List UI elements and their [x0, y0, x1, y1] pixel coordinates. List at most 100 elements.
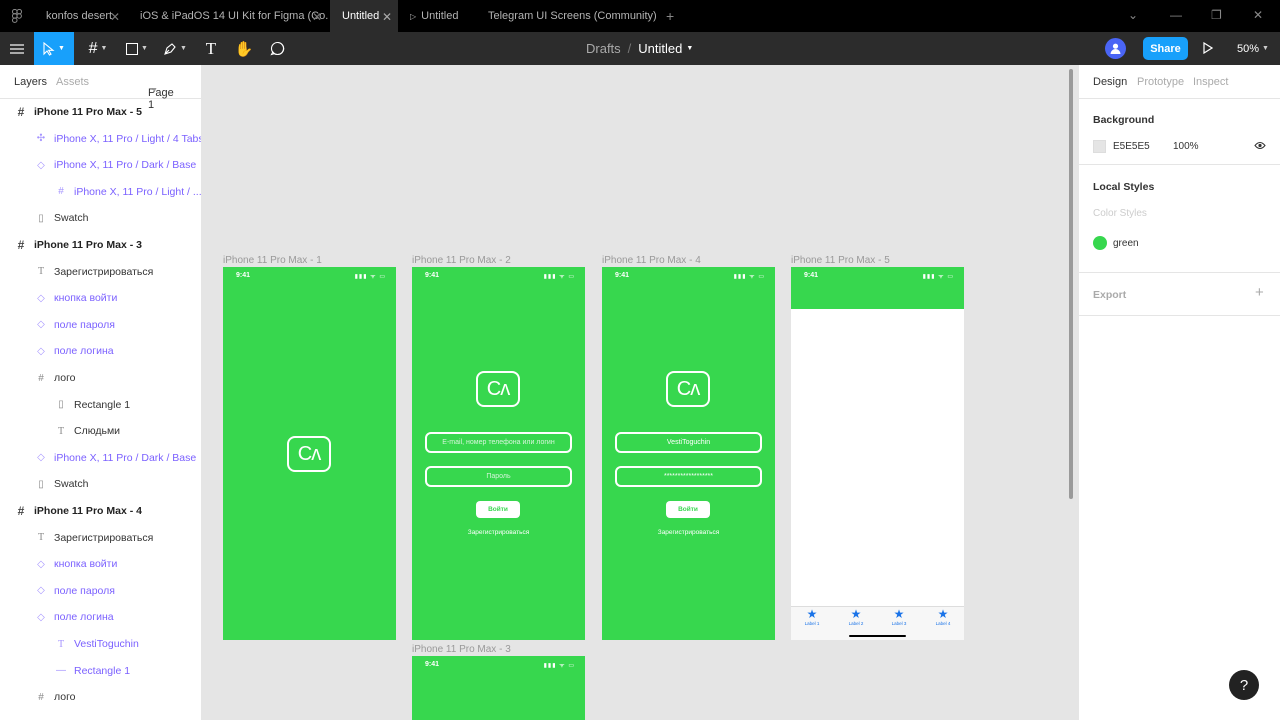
phone-frame-5[interactable]: 9:41 ▮▮▮ ᯤ ▭ ★ Label 1 ★ Label 2 ★ Label 3 … [791, 267, 964, 640]
password-field[interactable]: ****************** [615, 466, 762, 487]
color-styles-label: Color Styles [1093, 208, 1147, 219]
color-style-swatch[interactable] [1093, 236, 1107, 250]
phone-frame-2[interactable]: 9:41 ▮▮▮ ᯤ ▭ Cʌ E-mail, номер телефона и… [412, 267, 585, 640]
close-icon[interactable]: ✕ [110, 10, 120, 24]
layer-item[interactable]: # iPhone 11 Pro Max - 4 [0, 498, 201, 524]
text-tool[interactable]: T [198, 32, 224, 65]
frame-icon: # [17, 238, 25, 252]
layer-item[interactable]: T Зарегистрироваться [0, 525, 201, 551]
layer-item[interactable]: ◇ кнопка войти [0, 551, 201, 577]
layer-item[interactable]: ◇ iPhone X, 11 Pro / Dark / Base [0, 445, 201, 471]
close-icon[interactable]: ✕ [312, 10, 322, 24]
login-button[interactable]: Войти [476, 501, 520, 518]
canvas[interactable]: iPhone 11 Pro Max - 1 9:41 ▮▮▮ ᯤ ▭ Cʌ iP… [202, 65, 1078, 720]
ios-tab-label: Label 2 [848, 621, 864, 626]
phone-frame-1[interactable]: 9:41 ▮▮▮ ᯤ ▭ Cʌ [223, 267, 396, 640]
layer-item[interactable]: ◇ поле логина [0, 338, 201, 364]
ios-tab-2[interactable]: ★ Label 2 [841, 608, 871, 627]
file-name[interactable]: Untitled [638, 41, 682, 56]
comment-tool[interactable] [264, 32, 290, 65]
layer-item[interactable]: ◇ поле пароля [0, 578, 201, 604]
frame-label[interactable]: iPhone 11 Pro Max - 4 [602, 255, 701, 266]
frame-icon: # [58, 186, 64, 198]
move-tool[interactable]: ▼ [34, 32, 74, 65]
restore-icon[interactable]: ❐ [1211, 8, 1222, 22]
register-link[interactable]: Зарегистрироваться [602, 529, 775, 536]
tab-untitled-active[interactable]: Untitled ✕ [330, 0, 398, 32]
close-icon[interactable]: ✕ [382, 10, 392, 24]
layer-item[interactable]: — Rectangle 1 [0, 658, 201, 684]
figma-menu-icon[interactable] [0, 0, 34, 32]
new-tab-icon[interactable]: + [666, 8, 674, 24]
avatar[interactable] [1105, 38, 1126, 59]
chevron-down-icon[interactable]: ⌄ [1128, 8, 1138, 22]
background-opacity[interactable]: 100% [1173, 141, 1199, 152]
frame-label[interactable]: iPhone 11 Pro Max - 3 [412, 644, 511, 655]
present-play-icon[interactable] [1203, 41, 1214, 57]
layer-item[interactable]: # iPhone 11 Pro Max - 5 [0, 99, 201, 125]
chevron-down-icon[interactable]: ▼ [686, 45, 693, 52]
phone-frame-4[interactable]: 9:41 ▮▮▮ ᯤ ▭ Cʌ VestiToguchin **********… [602, 267, 775, 640]
layer-item[interactable]: ▯ Rectangle 1 [0, 392, 201, 418]
frame-label[interactable]: iPhone 11 Pro Max - 5 [791, 255, 890, 266]
phone-frame-3[interactable]: 9:41 ▮▮▮ ᯤ ▭ [412, 656, 585, 720]
ios-tab-1[interactable]: ★ Label 1 [797, 608, 827, 627]
shape-tool[interactable]: ▼ [120, 32, 154, 65]
tab-ios-kit[interactable]: iOS & iPadOS 14 UI Kit for Figma (Co... … [128, 0, 328, 32]
frame-label[interactable]: iPhone 11 Pro Max - 2 [412, 255, 511, 266]
instance-icon: ◇ [37, 159, 45, 171]
canvas-scrollbar[interactable] [1069, 69, 1073, 499]
password-field[interactable]: Пароль [425, 466, 572, 487]
layer-item[interactable]: T Слюдьми [0, 418, 201, 444]
ios-tab-3[interactable]: ★ Label 3 [884, 608, 914, 627]
tab-konfos-desert[interactable]: konfos desert ✕ [34, 0, 126, 32]
layer-item[interactable]: ◇ iPhone X, 11 Pro / Dark / Base [0, 152, 201, 178]
status-time: 9:41 [236, 272, 251, 279]
layer-name: лого [54, 691, 76, 704]
login-button[interactable]: Войти [666, 501, 710, 518]
register-link[interactable]: Зарегистрироваться [412, 529, 585, 536]
tab-untitled-prototype[interactable]: ▷ Untitled [398, 0, 476, 32]
layer-item[interactable]: ▯ Swatch [0, 205, 201, 231]
local-styles-section: Local Styles Color Styles green [1079, 165, 1280, 273]
hand-tool[interactable]: ✋ [230, 32, 258, 65]
minimize-icon[interactable]: — [1170, 8, 1182, 22]
tab-layers[interactable]: Layers [14, 76, 47, 88]
add-export-icon[interactable]: + [1255, 284, 1264, 301]
background-swatch[interactable] [1093, 140, 1106, 153]
color-style-name[interactable]: green [1113, 238, 1139, 249]
tab-assets[interactable]: Assets [56, 76, 89, 88]
tab-inspect[interactable]: Inspect [1193, 76, 1228, 88]
layer-item[interactable]: # iPhone X, 11 Pro / Light / ... [0, 179, 201, 205]
tab-prototype[interactable]: Prototype [1137, 76, 1184, 88]
layer-name: Зарегистрироваться [54, 531, 154, 544]
tab-telegram[interactable]: Telegram UI Screens (Community) [476, 0, 660, 32]
layer-item[interactable]: ◇ поле пароля [0, 312, 201, 338]
layer-item[interactable]: ◇ кнопка войти [0, 285, 201, 311]
layer-item[interactable]: ▯ Swatch [0, 471, 201, 497]
frame-tool[interactable]: # ▼ [80, 32, 116, 65]
layer-item[interactable]: ✣ iPhone X, 11 Pro / Light / 4 Tabs [0, 126, 201, 152]
ios-tab-4[interactable]: ★ Label 4 [928, 608, 958, 627]
hamburger-menu-icon[interactable] [0, 32, 34, 65]
login-field[interactable]: E-mail, номер телефона или логин [425, 432, 572, 453]
eye-icon[interactable] [1254, 141, 1266, 153]
pen-tool[interactable]: ▼ [158, 32, 192, 65]
layer-item[interactable]: T VestiToguchin [0, 631, 201, 657]
frame-label[interactable]: iPhone 11 Pro Max - 1 [223, 255, 322, 266]
layer-item[interactable]: T Зарегистрироваться [0, 259, 201, 285]
help-button[interactable]: ? [1229, 670, 1259, 700]
instance-icon: ◇ [37, 611, 45, 623]
breadcrumb-drafts[interactable]: Drafts [586, 41, 621, 56]
layer-item[interactable]: # лого [0, 365, 201, 391]
login-field[interactable]: VestiToguchin [615, 432, 762, 453]
layer-name: лого [54, 372, 76, 384]
layer-item[interactable]: # iPhone 11 Pro Max - 3 [0, 232, 201, 258]
layer-item[interactable]: # лого [0, 684, 201, 710]
tab-design[interactable]: Design [1093, 76, 1127, 88]
layer-item[interactable]: ◇ поле логина [0, 604, 201, 630]
zoom-menu[interactable]: 50% ▼ [1237, 32, 1269, 65]
close-window-icon[interactable]: ✕ [1253, 8, 1263, 22]
share-button[interactable]: Share [1143, 37, 1188, 60]
background-hex[interactable]: E5E5E5 [1113, 141, 1150, 152]
